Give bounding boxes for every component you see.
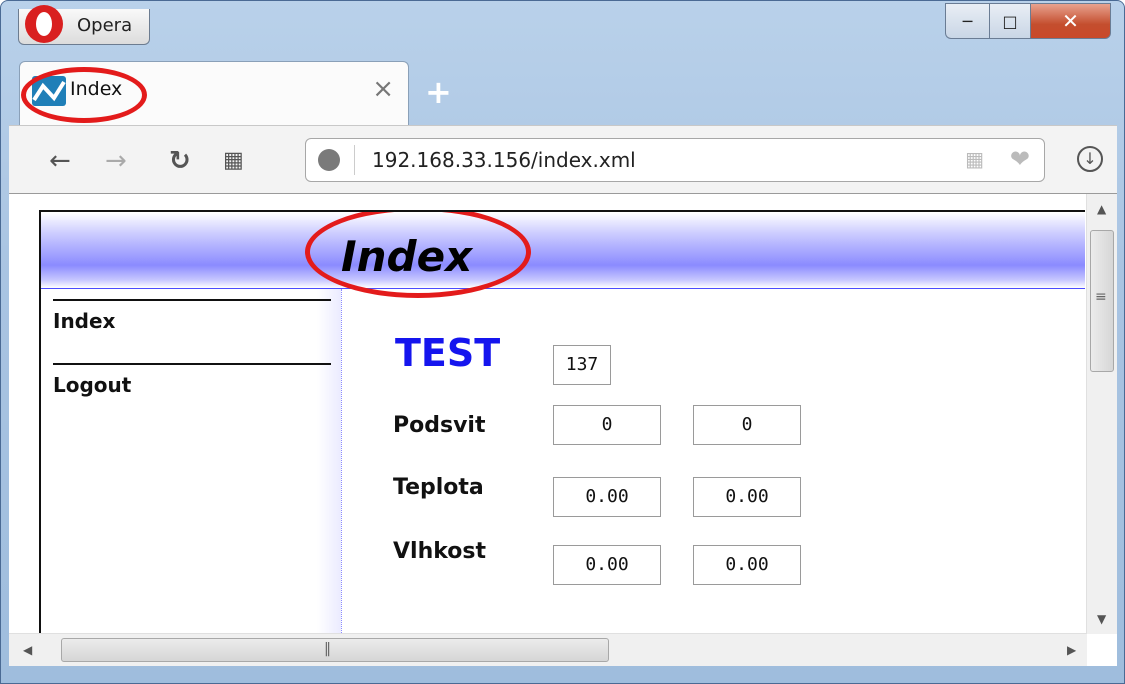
close-window-button[interactable]: ✕ [1031, 3, 1111, 39]
minimize-icon: ─ [962, 11, 973, 31]
opera-logo-icon [25, 5, 63, 43]
vlhkost-value-1[interactable]: 0.00 [553, 545, 661, 585]
heart-bookmark-icon[interactable]: ❤ [1010, 145, 1030, 173]
sidebar-item-label: Logout [53, 373, 132, 397]
vertical-scrollbar[interactable]: ▲ ≡ ▼ [1086, 194, 1117, 634]
new-tab-plus-icon[interactable]: + [425, 76, 452, 108]
vertical-scroll-thumb[interactable]: ≡ [1090, 230, 1114, 372]
annotation-circle-title [305, 212, 531, 298]
opera-menu-button[interactable]: Opera [18, 5, 150, 45]
web-page: Index Index Logout TEST 137 Podsvit 0 0 … [39, 210, 1085, 666]
url-text[interactable]: 192.168.33.156/index.xml [372, 148, 636, 172]
reload-icon[interactable]: ↻ [169, 146, 191, 176]
sidebar-item-label: Index [53, 309, 116, 333]
sidebar-item-index[interactable]: Index [53, 299, 331, 333]
address-divider [354, 145, 355, 175]
horizontal-scroll-thumb[interactable]: ‖ [61, 638, 609, 662]
maximize-icon: □ [1002, 11, 1018, 31]
grip-icon: ‖ [324, 641, 331, 657]
annotation-circle-tab [21, 67, 147, 123]
podsvit-value-1[interactable]: 0 [553, 405, 661, 445]
content-area: TEST 137 Podsvit 0 0 Teplota 0.00 0.00 V… [341, 289, 1085, 666]
speed-dial-add-icon[interactable]: ▦ [965, 147, 984, 171]
grip-icon: ≡ [1095, 289, 1107, 305]
teplota-label: Teplota [393, 475, 484, 500]
scroll-right-arrow-icon[interactable]: ▶ [1067, 643, 1076, 657]
sidebar: Index Logout [41, 289, 342, 666]
page-viewport: Index Index Logout TEST 137 Podsvit 0 0 … [9, 193, 1117, 666]
toolbar: ← → ↻ ▦ 192.168.33.156/index.xml ▦ ❤ ↓ [9, 125, 1117, 194]
forward-arrow-icon[interactable]: → [105, 146, 127, 176]
page-banner: Index [41, 212, 1085, 289]
maximize-button[interactable]: □ [989, 3, 1031, 39]
address-bar[interactable]: 192.168.33.156/index.xml ▦ ❤ [305, 138, 1045, 182]
podsvit-label: Podsvit [393, 413, 486, 438]
download-icon[interactable]: ↓ [1077, 146, 1103, 172]
horizontal-scrollbar[interactable]: ◀ ‖ ▶ [9, 633, 1087, 666]
vlhkost-value-2[interactable]: 0.00 [693, 545, 801, 585]
vlhkost-label: Vlhkost [393, 539, 486, 564]
globe-icon [318, 149, 340, 171]
sidebar-item-logout[interactable]: Logout [53, 363, 331, 397]
test-label: TEST [395, 331, 501, 375]
browser-window: Opera ─ □ ✕ Index × + ← → ↻ ▦ 192.168.33… [0, 0, 1125, 684]
opera-menu-label: Opera [77, 15, 133, 36]
scroll-up-arrow-icon[interactable]: ▲ [1097, 202, 1106, 216]
back-arrow-icon[interactable]: ← [49, 146, 71, 176]
close-icon: ✕ [1062, 9, 1079, 33]
minimize-button[interactable]: ─ [945, 3, 989, 39]
teplota-value-2[interactable]: 0.00 [693, 477, 801, 517]
window-controls: ─ □ ✕ [945, 3, 1111, 39]
podsvit-value-2[interactable]: 0 [693, 405, 801, 445]
scroll-down-arrow-icon[interactable]: ▼ [1097, 612, 1106, 626]
speed-dial-grid-icon[interactable]: ▦ [223, 148, 244, 173]
scroll-left-arrow-icon[interactable]: ◀ [23, 643, 32, 657]
tab-close-icon[interactable]: × [372, 74, 394, 104]
teplota-value-1[interactable]: 0.00 [553, 477, 661, 517]
test-value-field[interactable]: 137 [553, 345, 611, 385]
